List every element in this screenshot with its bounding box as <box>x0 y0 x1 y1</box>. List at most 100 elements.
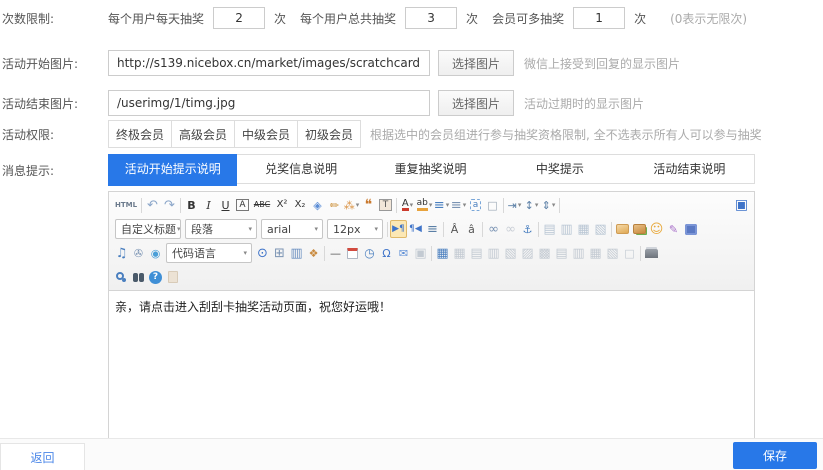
print-icon[interactable] <box>643 244 660 262</box>
image-align-center-icon[interactable]: ▧ <box>592 220 609 238</box>
start-image-input[interactable] <box>108 50 430 76</box>
message-icon[interactable]: ✉ <box>395 244 412 262</box>
unordered-list-icon[interactable]: ≡▾ <box>450 196 467 214</box>
page-break-icon[interactable]: □ <box>621 244 638 262</box>
font-size-select[interactable]: 12px▾ <box>327 219 383 239</box>
member-option-middle[interactable]: 中级会员 <box>234 120 298 148</box>
image-align-left-icon[interactable]: ▤ <box>541 220 558 238</box>
blockquote-icon[interactable]: ❝ <box>360 196 377 214</box>
delete-row-icon[interactable]: ▥ <box>570 244 587 262</box>
editor-content-area[interactable]: 亲，请点击进入刮刮卡抽奖活动页面，祝您好运哦！ <box>109 291 754 438</box>
highlight-color-icon[interactable]: ab▾ <box>416 196 433 214</box>
image-inline-icon[interactable]: ▥ <box>558 220 575 238</box>
ltr-paragraph-icon[interactable]: ▶¶ <box>390 220 407 238</box>
paste-icon[interactable] <box>164 268 181 286</box>
member-option-senior[interactable]: 高级会员 <box>171 120 235 148</box>
template-icon[interactable]: ▣ <box>412 244 429 262</box>
ordered-list-icon[interactable]: ≡▾ <box>433 196 450 214</box>
font-color-icon[interactable]: A▾ <box>399 196 416 214</box>
indent-icon[interactable]: ⇥▾ <box>506 196 523 214</box>
member-option-junior[interactable]: 初级会员 <box>297 120 361 148</box>
rtl-paragraph-icon-glyph: ¶◀ <box>409 225 422 234</box>
underline-icon[interactable]: U <box>217 196 234 214</box>
auto-typeset-icon[interactable]: ⁂▾ <box>343 196 360 214</box>
online-image-icon[interactable] <box>631 220 648 238</box>
lowercase-icon[interactable]: â <box>463 220 480 238</box>
uppercase-icon[interactable]: Â <box>446 220 463 238</box>
tab-activity-end[interactable]: 活动结束说明 <box>625 155 754 183</box>
line-spacing-icon[interactable]: ↕▾ <box>523 196 540 214</box>
special-chars-icon[interactable]: Ω <box>378 244 395 262</box>
table-title-icon[interactable]: ▥ <box>485 244 502 262</box>
preview-icon[interactable] <box>113 268 130 286</box>
insert-image-icon[interactable] <box>614 220 631 238</box>
image-align-right-icon[interactable]: ▦ <box>575 220 592 238</box>
code-snippet-icon[interactable]: ⊞ <box>271 244 288 262</box>
char-border-icon[interactable]: A <box>234 196 251 214</box>
help-icon[interactable]: ? <box>147 268 164 286</box>
unlink-icon[interactable]: ∞ <box>502 220 519 238</box>
tab-win-tip[interactable]: 中奖提示 <box>495 155 624 183</box>
emoticon-icon[interactable]: ☺ <box>648 220 665 238</box>
insert-time-icon[interactable]: ◷ <box>361 244 378 262</box>
toolbar-separator <box>443 222 444 237</box>
rtl-paragraph-icon[interactable]: ¶◀ <box>407 220 424 238</box>
superscript-icon[interactable]: X² <box>273 196 291 214</box>
member-option-ultimate[interactable]: 终极会员 <box>108 120 172 148</box>
search-replace-icon[interactable] <box>130 268 147 286</box>
undo-icon[interactable]: ↶ <box>144 196 161 214</box>
first-line-indent-icon[interactable]: ≡ <box>424 220 441 238</box>
insert-video-icon[interactable] <box>682 220 699 238</box>
music-icon[interactable]: ♫ <box>113 244 130 262</box>
insert-row-icon[interactable]: ▩ <box>536 244 553 262</box>
bold-icon[interactable]: B <box>183 196 200 214</box>
merge-cells-icon[interactable]: ▧ <box>604 244 621 262</box>
paste-plain-icon[interactable]: T <box>377 196 394 214</box>
subscript-icon[interactable]: X₂ <box>291 196 309 214</box>
source-code-button[interactable]: HTML <box>113 196 139 214</box>
tab-repeat-draw[interactable]: 重复抽奖说明 <box>366 155 495 183</box>
insert-col-icon[interactable]: ▤ <box>553 244 570 262</box>
tab-redeem-info[interactable]: 兑奖信息说明 <box>236 155 365 183</box>
remove-format-icon[interactable]: ◈ <box>309 196 326 214</box>
fullscreen-icon[interactable]: ▣ <box>733 196 750 214</box>
merge-right-icon[interactable]: ▧ <box>502 244 519 262</box>
anchor-icon[interactable]: a <box>467 196 484 214</box>
end-image-input[interactable] <box>108 90 430 116</box>
paragraph-select[interactable]: 段落▾ <box>185 219 257 239</box>
map-icon[interactable]: ◉ <box>147 244 164 262</box>
bookmark-anchor-icon[interactable]: ⚓ <box>519 220 536 238</box>
columns-icon[interactable]: ▥ <box>288 244 305 262</box>
insert-table-icon[interactable]: ▦ <box>434 244 451 262</box>
strikethrough-icon[interactable]: ABC <box>251 196 273 214</box>
insert-code-icon[interactable]: ⊙ <box>254 244 271 262</box>
link-icon[interactable]: ∞ <box>485 220 502 238</box>
format-painter-icon[interactable]: ✏ <box>326 196 343 214</box>
end-image-pick-button[interactable]: 选择图片 <box>438 90 514 116</box>
clear-doc-icon[interactable]: □ <box>484 196 501 214</box>
attachment-icon[interactable]: ✇ <box>130 244 147 262</box>
delete-table-icon[interactable]: ▦ <box>451 244 468 262</box>
per-day-input[interactable] <box>213 7 265 29</box>
horizontal-rule-icon[interactable]: — <box>327 244 344 262</box>
paragraph-spacing-icon[interactable]: ⇕▾ <box>540 196 557 214</box>
total-input[interactable] <box>405 7 457 29</box>
start-image-pick-button[interactable]: 选择图片 <box>438 50 514 76</box>
delete-col-icon[interactable]: ▦ <box>587 244 604 262</box>
tab-activity-start-tip[interactable]: 活动开始提示说明 <box>108 154 237 186</box>
save-button[interactable]: 保存 <box>733 442 817 469</box>
back-button[interactable]: 返回 <box>0 443 85 470</box>
scrawl-icon[interactable]: ✎ <box>665 220 682 238</box>
font-family-select[interactable]: arial▾ <box>261 219 323 239</box>
redo-icon[interactable]: ↷ <box>161 196 178 214</box>
insert-date-icon[interactable] <box>344 244 361 262</box>
undo-icon-glyph: ↶ <box>147 199 158 212</box>
table-caption-icon[interactable]: ▤ <box>468 244 485 262</box>
custom-title-select[interactable]: 自定义标题▾ <box>115 219 181 239</box>
member-extra-input[interactable] <box>573 7 625 29</box>
per-day-label: 每个用户每天抽奖 <box>108 10 204 27</box>
background-color-icon[interactable]: ❖ <box>305 244 322 262</box>
italic-icon[interactable]: I <box>200 196 217 214</box>
merge-down-icon[interactable]: ▨ <box>519 244 536 262</box>
code-language-select[interactable]: 代码语言▾ <box>166 243 252 263</box>
